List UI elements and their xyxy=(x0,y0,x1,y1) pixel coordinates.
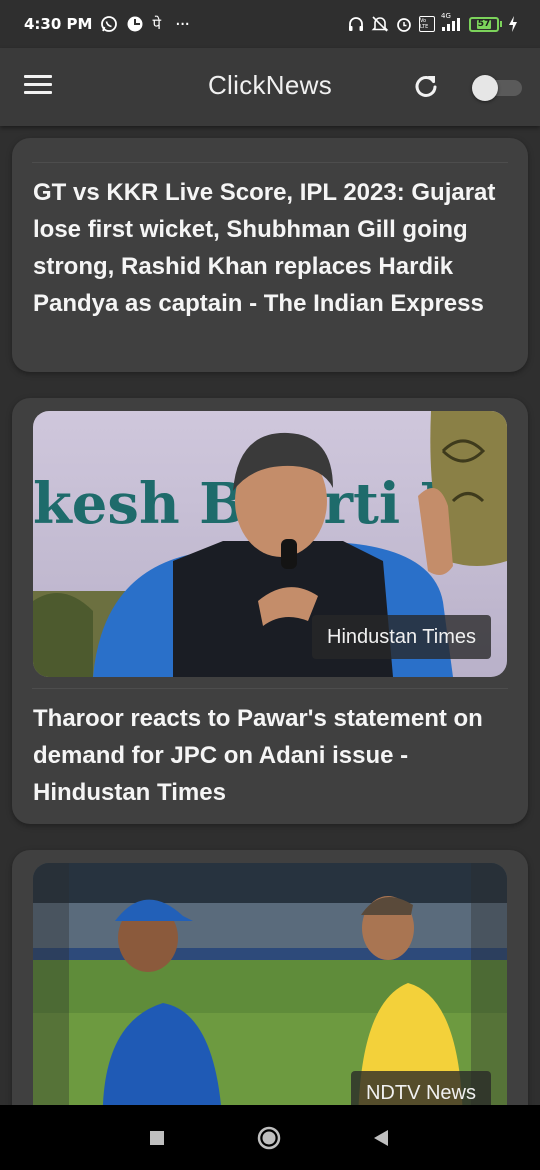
recents-square-icon[interactable] xyxy=(144,1125,170,1151)
toggle-thumb xyxy=(472,75,498,101)
article-image[interactable]: kesh Bharti M Hindustan Times xyxy=(33,411,507,677)
status-bar-right: Vo LTE 4G 57 xyxy=(347,12,518,33)
article-title[interactable]: GT vs KKR Live Score, IPL 2023: Gujarat … xyxy=(33,174,508,322)
hamburger-menu-icon[interactable] xyxy=(24,75,52,97)
status-bar-left: 4:30 PM पे ··· xyxy=(24,13,190,35)
news-card[interactable]: NDTV News xyxy=(12,850,528,1105)
status-time: 4:30 PM xyxy=(24,15,93,33)
network-label: 4G xyxy=(441,12,451,20)
more-notifications-icon: ··· xyxy=(174,13,190,35)
source-badge: Hindustan Times xyxy=(312,615,491,659)
news-card[interactable]: GT vs KKR Live Score, IPL 2023: Gujarat … xyxy=(12,138,528,372)
headphones-icon xyxy=(347,15,365,33)
battery-level: 57 xyxy=(477,18,491,29)
app-title: ClickNews xyxy=(207,70,333,100)
source-badge: NDTV News xyxy=(350,1071,491,1105)
news-card[interactable]: kesh Bharti M Hindustan Times Tharoor re… xyxy=(12,398,528,824)
news-feed[interactable]: GT vs KKR Live Score, IPL 2023: Gujarat … xyxy=(0,126,540,1105)
article-photo xyxy=(33,863,507,1105)
back-triangle-icon[interactable] xyxy=(368,1125,394,1151)
status-bar: 4:30 PM पे ··· Vo LTE 4G 57 xyxy=(0,0,540,48)
signal-icon: 4G xyxy=(441,12,463,33)
data-saver-icon xyxy=(126,15,144,33)
hindi-keyboard-icon: पे xyxy=(152,15,161,33)
home-circle-icon[interactable] xyxy=(256,1125,282,1151)
dark-mode-toggle[interactable] xyxy=(472,75,522,101)
charging-icon xyxy=(508,15,518,33)
volte-label: Vo LTE xyxy=(420,18,429,30)
refresh-icon[interactable] xyxy=(412,72,440,100)
card-divider xyxy=(32,688,508,689)
app-bar: ClickNews xyxy=(0,48,540,126)
mute-icon xyxy=(371,15,389,33)
article-image[interactable]: NDTV News xyxy=(33,863,507,1105)
card-divider xyxy=(32,162,508,163)
volte-icon: Vo LTE xyxy=(419,16,435,32)
whatsapp-icon xyxy=(100,15,118,33)
article-title[interactable]: Tharoor reacts to Pawar's statement on d… xyxy=(33,700,508,811)
system-navigation-bar xyxy=(0,1105,540,1170)
alarm-icon xyxy=(395,15,413,33)
battery-icon: 57 xyxy=(469,16,502,32)
